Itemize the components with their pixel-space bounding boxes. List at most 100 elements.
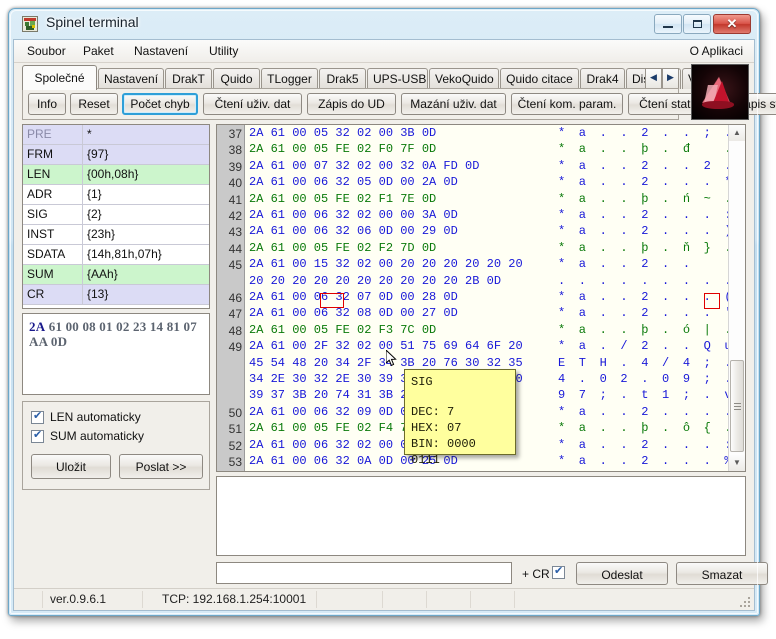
send-packet-button[interactable]: Poslat >> bbox=[119, 454, 203, 479]
log-line-ascii[interactable]: * a . . 2 . . . : . bbox=[558, 207, 728, 223]
field-value[interactable]: {2} bbox=[83, 205, 209, 225]
log-line-hex[interactable]: 20 20 20 20 20 20 20 20 20 20 2B 0D bbox=[249, 273, 501, 289]
menu-item-paket[interactable]: Paket bbox=[76, 43, 121, 59]
log-line[interactable]: 2A 61 00 05 FE 02 F0 7F 0D * a . . þ . đ … bbox=[246, 141, 728, 157]
scroll-up-button[interactable]: ▲ bbox=[729, 125, 745, 141]
tab-spolecne[interactable]: Společné bbox=[22, 65, 97, 90]
button-info[interactable]: Info bbox=[28, 93, 66, 115]
log-line-ascii[interactable]: * a . . 2 . . ; . bbox=[558, 125, 728, 141]
tab-tlogger[interactable]: TLogger bbox=[261, 68, 318, 89]
log-line[interactable]: 20 20 20 20 20 20 20 20 20 20 2B 0D . . .… bbox=[246, 273, 728, 289]
field-value[interactable]: {1} bbox=[83, 185, 209, 205]
scroll-down-button[interactable]: ▼ bbox=[729, 455, 745, 471]
log-line[interactable]: 2A 61 00 05 FE 02 F1 7E 0D * a . . þ . ń … bbox=[246, 191, 728, 207]
log-line-hex[interactable]: 2A 61 00 06 32 06 0D 00 29 0D bbox=[249, 223, 458, 239]
table-row[interactable]: SIG {2} bbox=[23, 205, 209, 225]
output-text-area[interactable] bbox=[216, 476, 746, 556]
log-line-ascii[interactable]: * a . . 2 . . . ' . bbox=[558, 305, 728, 321]
tab-scroll-right-button[interactable]: ▶ bbox=[662, 68, 679, 89]
log-line[interactable]: 2A 61 00 05 FE 02 F2 7D 0D * a . . þ . ň … bbox=[246, 240, 728, 256]
log-line-hex[interactable]: 2A 61 00 05 32 02 00 3B 0D bbox=[249, 125, 436, 141]
button-cteni-uziv-dat[interactable]: Čtení uživ. dat bbox=[203, 93, 302, 115]
log-line[interactable]: 2A 61 00 05 FE 02 F3 7C 0D * a . . þ . ó … bbox=[246, 322, 728, 338]
log-line-ascii[interactable]: * a . / 2 . . Q u i d o . bbox=[558, 338, 728, 354]
log-line-ascii[interactable]: * a . . 2 . . . % . bbox=[558, 453, 728, 469]
tab-nastaveni[interactable]: Nastavení bbox=[98, 68, 164, 89]
menu-item-about[interactable]: O Aplikaci bbox=[683, 43, 750, 59]
clear-button[interactable]: Smazat bbox=[676, 562, 768, 585]
table-row[interactable]: LEN {00h,08h} bbox=[23, 165, 209, 185]
close-button[interactable]: ✕ bbox=[713, 14, 751, 34]
log-line[interactable]: 2A 61 00 07 32 02 00 32 0A FD 0D * a . . … bbox=[246, 158, 728, 174]
tab-drak5[interactable]: Drak5 bbox=[319, 68, 366, 89]
menu-item-soubor[interactable]: Soubor bbox=[20, 43, 73, 59]
log-line-ascii[interactable]: * a . . þ . đ . bbox=[558, 141, 728, 157]
table-row[interactable]: INST {23h} bbox=[23, 225, 209, 245]
log-line-ascii[interactable]: * a . . þ . ň } . bbox=[558, 240, 728, 256]
log-line[interactable]: 2A 61 00 06 32 02 00 00 3A 0D * a . . 2 .… bbox=[246, 207, 728, 223]
log-line-hex[interactable]: 2A 61 00 07 32 02 00 32 0A FD 0D bbox=[249, 158, 479, 174]
button-zapis-do-ud[interactable]: Zápis do UD bbox=[307, 93, 396, 115]
table-row[interactable]: CR {13} bbox=[23, 285, 209, 305]
field-value[interactable]: {13} bbox=[83, 285, 209, 305]
log-line-hex[interactable]: 2A 61 00 05 FE 02 F0 7F 0D bbox=[249, 141, 436, 157]
minimize-button[interactable] bbox=[654, 14, 682, 34]
log-line-ascii[interactable]: * a . . 2 . . . ( . bbox=[558, 289, 728, 305]
scrollbar-thumb[interactable] bbox=[730, 360, 744, 452]
log-line-ascii[interactable]: * a . . 2 . . . * . bbox=[558, 174, 728, 190]
menu-item-nastaveni[interactable]: Nastavení bbox=[127, 43, 195, 59]
log-line[interactable]: 2A 61 00 2F 32 02 00 51 75 69 64 6F 20 * … bbox=[246, 338, 728, 354]
button-mazani-uziv-dat[interactable]: Mazání uživ. dat bbox=[401, 93, 506, 115]
table-row[interactable]: SUM {AAh} bbox=[23, 265, 209, 285]
field-value[interactable]: {AAh} bbox=[83, 265, 209, 285]
log-line-ascii[interactable]: . . . . . . . . . + . bbox=[558, 273, 728, 289]
button-cteni-kom-param[interactable]: Čtení kom. param. bbox=[511, 93, 623, 115]
tab-quido-citace[interactable]: Quido citace bbox=[500, 68, 579, 89]
tab-vekoquido[interactable]: VekoQuido bbox=[429, 68, 499, 89]
field-value[interactable]: {97} bbox=[83, 145, 209, 165]
table-row[interactable]: PRE * bbox=[23, 125, 209, 145]
tab-quido[interactable]: Quido bbox=[213, 68, 260, 89]
menu-item-utility[interactable]: Utility bbox=[202, 43, 245, 59]
packet-field-grid[interactable]: PRE * FRM {97} LEN {00h,08h} ADR {1} SIG… bbox=[22, 124, 210, 309]
field-value[interactable]: * bbox=[83, 125, 209, 145]
log-line-hex[interactable]: 2A 61 00 06 32 02 00 00 3A 0D bbox=[249, 207, 458, 223]
log-line-ascii[interactable]: * a . . 2 . . . : . bbox=[558, 437, 728, 453]
log-line-hex[interactable]: 2A 61 00 05 FE 02 F2 7D 0D bbox=[249, 240, 436, 256]
maximize-button[interactable] bbox=[683, 14, 711, 34]
tab-drak4[interactable]: Drak4 bbox=[580, 68, 625, 89]
log-line-ascii[interactable]: * a . . þ . ó | . bbox=[558, 322, 728, 338]
send-input[interactable] bbox=[216, 562, 512, 584]
send-button[interactable]: Odeslat bbox=[576, 562, 668, 585]
log-line-ascii[interactable]: * a . . 2 . . . ) . bbox=[558, 223, 728, 239]
button-pocet-chyb[interactable]: Počet chyb bbox=[122, 93, 198, 115]
table-row[interactable]: ADR {1} bbox=[23, 185, 209, 205]
field-value[interactable]: {14h,81h,07h} bbox=[83, 245, 209, 265]
tab-scroll-left-button[interactable]: ◀ bbox=[645, 68, 662, 89]
checkbox-append-cr[interactable] bbox=[552, 564, 565, 579]
log-line-ascii[interactable]: 4 . 0 2 . 0 9 ; . f 6 6 . bbox=[558, 371, 728, 387]
tab-drakt[interactable]: DrakT bbox=[165, 68, 212, 89]
log-line-hex[interactable]: 2A 61 00 06 32 08 0D 00 27 0D bbox=[249, 305, 458, 321]
log-line-ascii[interactable]: * a . . 2 . . 2 . ý . bbox=[558, 158, 728, 174]
log-line-hex[interactable]: 2A 61 00 06 32 07 0D 00 28 0D bbox=[249, 289, 458, 305]
table-row[interactable]: SDATA {14h,81h,07h} bbox=[23, 245, 209, 265]
log-line-ascii[interactable]: * a . . þ . ń ~ . bbox=[558, 191, 728, 207]
log-line-ascii[interactable]: E T H . 4 / 4 ; . v 0 2 5 bbox=[558, 355, 728, 371]
log-line-hex[interactable]: 2A 61 00 15 32 02 00 20 20 20 20 20 20 bbox=[249, 256, 523, 272]
log-vertical-scrollbar[interactable]: ▲ ▼ bbox=[728, 125, 745, 471]
tab-ups-usb[interactable]: UPS-USB bbox=[367, 68, 428, 89]
log-line[interactable]: 2A 61 00 06 32 08 0D 00 27 0D * a . . 2 .… bbox=[246, 305, 728, 321]
log-line-ascii[interactable]: 9 7 ; . t 1 ; . v ✕ ® . bbox=[558, 387, 728, 403]
log-line-ascii[interactable]: * a . . 2 . . . . . bbox=[558, 404, 728, 420]
log-line[interactable]: 2A 61 00 06 32 05 0D 00 2A 0D * a . . 2 .… bbox=[246, 174, 728, 190]
log-line-ascii[interactable]: * a . . þ . ô { . bbox=[558, 420, 728, 436]
field-value[interactable]: {23h} bbox=[83, 225, 209, 245]
table-row[interactable]: FRM {97} bbox=[23, 145, 209, 165]
log-line-hex[interactable]: 2A 61 00 05 FE 02 F3 7C 0D bbox=[249, 322, 436, 338]
log-line[interactable]: 2A 61 00 06 32 07 0D 00 28 0D * a . . 2 .… bbox=[246, 289, 728, 305]
log-line-hex[interactable]: 2A 61 00 05 FE 02 F1 7E 0D bbox=[249, 191, 436, 207]
log-line[interactable]: 2A 61 00 05 32 02 00 3B 0D * a . . 2 . . … bbox=[246, 125, 728, 141]
log-line-hex[interactable]: 2A 61 00 06 32 05 0D 00 2A 0D bbox=[249, 174, 458, 190]
log-line-ascii[interactable]: * a . . 2 . . . . . . bbox=[558, 256, 728, 272]
